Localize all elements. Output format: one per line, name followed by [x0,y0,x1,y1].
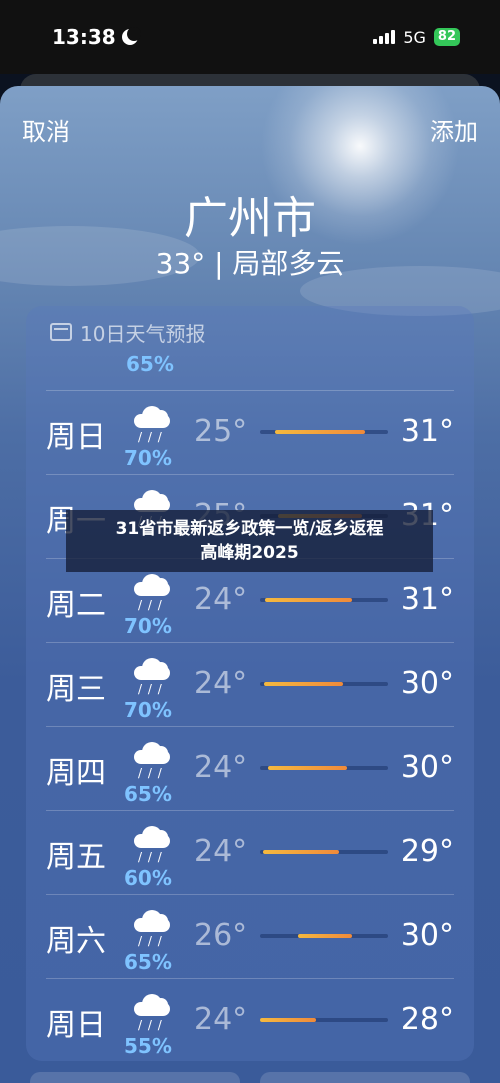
city-name: 广州市 [184,193,316,244]
precipitation-percent: 60% [124,866,172,890]
partial-row-percent: 65% [126,352,174,376]
rain-cloud-icon: / / / [130,738,176,782]
temp-range-fill [260,1018,317,1022]
temp-range-bar [260,934,388,938]
temp-range-bar [260,430,388,434]
moon-icon [121,27,141,45]
network-label: 5G [403,27,426,47]
row-divider [46,726,454,727]
day-label: 周日 [46,1008,106,1043]
bottom-card-edge [30,1072,240,1083]
high-temp: 30° [400,666,454,701]
precipitation-percent: 65% [124,950,172,974]
rain-cloud-icon: / / / [130,822,176,866]
cancel-button[interactable]: 取消 [22,112,70,147]
rain-cloud-icon: / / / [130,570,176,614]
temp-range-fill [265,598,353,602]
temp-range-fill [263,682,344,686]
row-divider [46,642,454,643]
status-indicators: 5G 82 [373,28,460,47]
row-divider [46,390,454,391]
precipitation-percent: 65% [124,782,172,806]
low-temp: 24° [194,666,248,701]
forecast-title: 10日天气预报 [80,321,206,346]
forecast-header: 10日天气预报 [26,306,474,358]
temp-range-bar [260,682,388,686]
low-temp: 24° [194,834,248,869]
day-label: 周四 [46,756,106,791]
ten-day-forecast[interactable]: 10日天气预报 65% 周日/ / /70%25°31°周一/ / /25°31… [26,306,474,1061]
current-summary: 33° | 局部多云 [155,247,345,280]
rain-cloud-icon: / / / [130,990,176,1034]
rain-cloud-icon: / / / [130,654,176,698]
temp-range-bar [260,766,388,770]
day-label: 周五 [46,840,106,875]
high-temp: 30° [400,918,454,953]
rain-cloud-icon: / / / [130,906,176,950]
calendar-icon [50,323,72,341]
row-divider [46,474,454,475]
forecast-row[interactable]: 周三 / / /70% 24° 30° [26,642,474,726]
forecast-row[interactable]: 周四 / / /65% 24° 30° [26,726,474,810]
row-divider [46,894,454,895]
low-temp: 26° [194,918,248,953]
temp-range-bar [260,598,388,602]
news-overlay-caption: 31省市最新返乡政策一览/返乡返程 高峰期2025 [66,510,433,572]
temp-range-bar [260,850,388,854]
signal-icon [373,30,396,44]
precipitation-percent: 55% [124,1034,172,1058]
forecast-row[interactable]: 周六 / / /65% 26° 30° [26,894,474,978]
low-temp: 25° [194,414,248,449]
forecast-row[interactable]: 周五 / / /60% 24° 29° [26,810,474,894]
battery-icon: 82 [433,28,460,46]
forecast-row[interactable]: 周日 / / /55% 24° 28° [26,978,474,1061]
row-divider [46,810,454,811]
low-temp: 24° [194,582,248,617]
temp-range-fill [267,766,348,770]
precipitation-percent: 70% [124,614,172,638]
high-temp: 31° [400,582,454,617]
forecast-row[interactable]: 周日 / / /70% 25° 31° [26,390,474,474]
low-temp: 24° [194,750,248,785]
overlay-line-1: 31省市最新返乡政策一览/返乡返程 [115,519,384,539]
battery-level: 82 [437,29,456,44]
row-divider [46,978,454,979]
high-temp: 28° [400,1002,454,1037]
precipitation-percent: 70% [124,698,172,722]
high-temp: 30° [400,750,454,785]
high-temp: 31° [400,414,454,449]
bottom-card-edge [260,1072,470,1083]
clock-text: 13:38 [52,25,116,49]
day-label: 周二 [46,588,106,623]
status-bar: 13:38 5G 82 [0,0,500,74]
rain-cloud-icon: / / / [130,402,176,446]
temp-range-fill [262,850,340,854]
day-label: 周三 [46,672,106,707]
day-label: 周六 [46,924,106,959]
temp-range-fill [298,934,353,938]
add-button[interactable]: 添加 [430,112,478,147]
status-time: 13:38 [52,25,141,49]
weather-sheet: 取消 添加 广州市 33° | 局部多云 10日天气预报 65% 周日 / / /… [0,86,500,1083]
temp-range-bar [260,1018,388,1022]
day-label: 周日 [46,420,106,455]
precipitation-percent: 70% [124,446,172,470]
high-temp: 29° [400,834,454,869]
temp-range-fill [275,430,365,434]
overlay-line-2: 高峰期2025 [200,543,299,563]
low-temp: 24° [194,1002,248,1037]
